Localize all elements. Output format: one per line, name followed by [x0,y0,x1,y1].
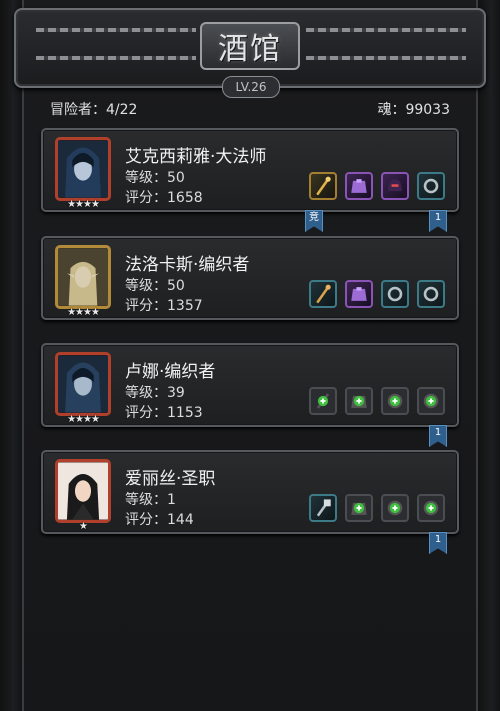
right-background [478,0,500,711]
armor-icon[interactable] [345,280,373,308]
staff-icon[interactable] [309,172,337,200]
plus-icon[interactable] [381,387,409,415]
soul-count: 魂：99033 [377,102,450,118]
helmet-icon[interactable] [381,172,409,200]
star-rating: ★★★★ [67,307,100,318]
chain-decoration-left-lower [36,56,196,60]
hero-portrait [55,245,111,309]
hero-card[interactable]: ★★★★ 法洛卡斯·编织者 等级：50 评分：1357 [41,236,459,320]
level-badge: LV.26 [222,76,280,98]
hero-portrait [55,352,111,416]
hero-card[interactable]: ★ 爱丽丝·圣职 等级：1 评分：144 1 [41,450,459,554]
hero-name: 爱丽丝·圣职 [125,469,216,489]
hero-portrait [55,137,111,201]
plus-icon[interactable] [345,494,373,522]
chain-decoration-right-lower [306,56,466,60]
hero-level: 等级：1 [125,492,176,508]
plus-icon[interactable] [309,387,337,415]
hero-score: 评分：144 [125,512,194,528]
star-rating: ★★★★ [67,199,100,210]
hooded-weaver-avatar [58,355,108,413]
plus-icon[interactable] [417,494,445,522]
chain-decoration-left [36,28,196,32]
star-rating: ★★★★ [67,414,100,425]
plus-icon[interactable] [417,387,445,415]
hero-score: 评分：1357 [125,298,203,314]
hero-name: 法洛卡斯·编织者 [125,255,250,275]
hero-level: 等级：39 [125,385,185,401]
title-plate: 酒馆 [200,22,300,70]
hero-card[interactable]: ★★★★ 艾克西莉雅·大法师 等级：50 评分：1658 竞 1 [41,128,459,232]
plus-icon[interactable] [381,494,409,522]
priestess-avatar [58,462,108,520]
page-title: 酒馆 [218,32,282,67]
hero-name: 卢娜·编织者 [125,362,216,382]
hero-score: 评分：1153 [125,405,203,421]
ring-icon[interactable] [417,280,445,308]
hero-level: 等级：50 [125,278,185,294]
ring-icon[interactable] [381,280,409,308]
ring-icon[interactable] [417,172,445,200]
hero-portrait [55,459,111,523]
hero-card[interactable]: ★★★★ 卢娜·编织者 等级：39 评分：1153 1 [41,343,459,447]
plus-icon[interactable] [345,387,373,415]
left-background [0,0,22,711]
staff-icon[interactable] [309,280,337,308]
hero-score: 评分：1658 [125,190,203,206]
armor-icon[interactable] [345,172,373,200]
hooded-mage-avatar [58,140,108,198]
hero-level: 等级：50 [125,170,185,186]
elf-avatar [58,248,108,306]
mace-icon[interactable] [309,494,337,522]
star-rating: ★ [79,521,88,532]
hero-name: 艾克西莉雅·大法师 [125,147,267,167]
adventurer-count: 冒险者：4/22 [50,102,138,118]
chain-decoration-right [306,28,466,32]
